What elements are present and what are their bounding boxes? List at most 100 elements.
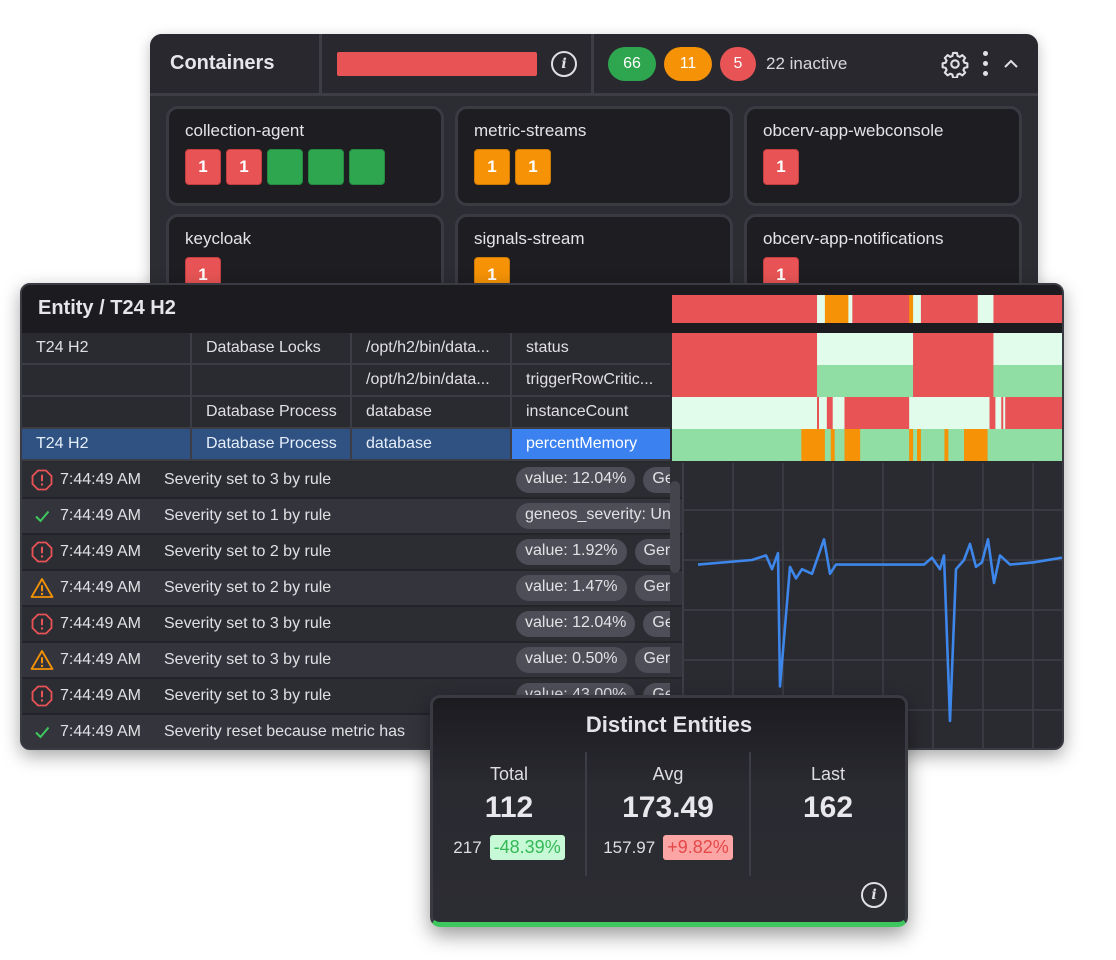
cell-group xyxy=(192,365,352,395)
cell-metric: status xyxy=(512,333,670,363)
info-icon[interactable]: i xyxy=(551,50,577,77)
timeline-segment-critical xyxy=(672,365,818,397)
status-box-warning[interactable]: 1 xyxy=(515,149,551,185)
containers-counts: 66 11 5 22 inactive xyxy=(594,34,1038,93)
event-tag[interactable]: value: 12.04% xyxy=(516,611,636,637)
summary-timeline[interactable] xyxy=(672,295,1062,323)
status-box-critical[interactable]: 1 xyxy=(185,149,221,185)
timeline-segment-critical xyxy=(672,333,818,365)
container-card[interactable]: obcerv-app-webconsole 1 xyxy=(744,106,1022,206)
event-row[interactable]: 7:44:49 AM Severity set to 3 by rule value… xyxy=(22,607,682,643)
table-row[interactable]: Database Process database instanceCount xyxy=(22,397,670,429)
event-message: Severity set to 3 by rule xyxy=(164,687,332,704)
timeline-segment-none xyxy=(819,397,828,429)
cell-entity: T24 H2 xyxy=(22,333,192,363)
container-card[interactable]: metric-streams 1 1 xyxy=(455,106,733,206)
table-row[interactable]: T24 H2 Database Locks/opt/h2/bin/data... s… xyxy=(22,333,670,365)
count-warning-badge[interactable]: 11 xyxy=(664,46,712,81)
cell-group: Database Locks xyxy=(192,333,352,363)
header-actions xyxy=(941,50,1038,78)
timeline-segment-warning xyxy=(909,429,914,461)
status-box-critical[interactable]: 1 xyxy=(226,149,262,185)
events-scrollbar[interactable] xyxy=(670,481,680,573)
timeline-segment-critical xyxy=(913,365,994,397)
count-critical-badge[interactable]: 5 xyxy=(720,46,756,81)
status-box-warning[interactable]: 1 xyxy=(474,149,510,185)
chevron-up-icon[interactable] xyxy=(1002,55,1020,73)
timeline-segment-critical xyxy=(1005,397,1062,429)
container-cards-grid: collection-agent 1 1 metric-streams 1 1 obcerv… xyxy=(166,106,1022,304)
event-tag[interactable]: value: 12.04% xyxy=(516,467,636,493)
container-card[interactable]: collection-agent 1 1 xyxy=(166,106,444,206)
event-tag[interactable]: Geneos xyxy=(634,539,670,565)
event-tags: value: 12.04% Geneos xyxy=(516,611,670,637)
kpi-last: Last 162 xyxy=(751,752,905,876)
info-icon[interactable]: i xyxy=(861,882,887,908)
timeline-segment-ok xyxy=(913,429,918,461)
event-tag[interactable]: Geneos xyxy=(643,467,670,493)
cell-group: Database Process xyxy=(192,397,352,427)
timeline-segment-none xyxy=(672,397,818,429)
metric-timelines[interactable] xyxy=(672,333,1064,461)
event-message: Severity set to 2 by rule xyxy=(164,543,332,560)
event-tag[interactable]: value: 1.92% xyxy=(516,539,627,565)
timeline-segment-critical xyxy=(989,397,996,429)
metric-timeline-row[interactable] xyxy=(672,333,1064,365)
gear-icon[interactable] xyxy=(941,50,969,78)
event-tags: value: 1.92% Geneos xyxy=(516,539,670,565)
summary-timeline-bar[interactable] xyxy=(672,295,1062,323)
event-tag[interactable]: Geneos xyxy=(634,647,670,673)
event-time: 7:44:49 AM xyxy=(60,579,141,596)
timeline-segment-warning xyxy=(801,429,826,461)
status-box-ok[interactable] xyxy=(349,149,385,185)
table-row[interactable]: T24 H2 Database Process database percentMem… xyxy=(22,429,670,461)
timeline-segment-none xyxy=(993,333,1062,365)
timeline-segment-none xyxy=(1003,397,1006,429)
critical-octagon-icon xyxy=(30,540,54,564)
event-row[interactable]: 7:44:49 AM Severity set to 1 by rule geneo… xyxy=(22,499,682,535)
metric-timeline-row[interactable] xyxy=(672,429,1063,461)
event-tag[interactable]: Geneos xyxy=(643,611,670,637)
event-row[interactable]: 7:44:49 AM Severity set to 3 by rule value… xyxy=(22,463,682,499)
event-row[interactable]: 7:44:49 AM Severity set to 2 by rule value… xyxy=(22,571,682,607)
kpi-total-previous: 217 xyxy=(453,837,482,857)
event-time: 7:44:49 AM xyxy=(60,651,141,668)
metric-series-line xyxy=(697,538,1062,723)
event-row[interactable]: 7:44:49 AM Severity set to 3 by rule value… xyxy=(22,643,682,679)
timeline-segment-ok xyxy=(993,365,1062,397)
kpi-total-value: 112 xyxy=(484,791,534,824)
kebab-menu-icon[interactable] xyxy=(979,51,992,76)
metric-timeline-row[interactable] xyxy=(672,365,1064,397)
kpi-last-label: Last xyxy=(810,764,846,784)
cell-entity xyxy=(22,397,192,427)
event-tag[interactable]: Geneos xyxy=(634,575,670,601)
event-time: 7:44:49 AM xyxy=(60,543,141,560)
event-time: 7:44:49 AM xyxy=(60,471,141,488)
timeline-segment-none xyxy=(909,397,990,429)
count-ok-badge[interactable]: 66 xyxy=(608,46,656,81)
metric-timeline-rows[interactable] xyxy=(672,333,1064,461)
event-tag[interactable]: geneos_severity: Undefined xyxy=(516,503,670,529)
event-row[interactable]: 7:44:49 AM Severity set to 2 by rule value… xyxy=(22,535,682,571)
timeline-segment-critical xyxy=(993,295,1062,323)
cell-path: database xyxy=(352,397,512,427)
status-box-ok[interactable] xyxy=(308,149,344,185)
status-box-critical[interactable]: 1 xyxy=(763,149,799,185)
event-message: Severity set to 1 by rule xyxy=(164,507,332,524)
timeline-segment-ok xyxy=(920,429,945,461)
table-row[interactable]: /opt/h2/bin/data... triggerRowCritic... xyxy=(22,365,670,397)
timeline-segment-none xyxy=(848,295,853,323)
event-tags: geneos_severity: Undefined xyxy=(516,503,670,529)
timeline-segment-none xyxy=(817,333,914,365)
summary-timeline-row[interactable] xyxy=(672,295,1062,323)
timeline-segment-warning xyxy=(844,429,861,461)
event-tags: value: 1.47% Geneos xyxy=(516,575,670,601)
event-tag[interactable]: value: 0.50% xyxy=(516,647,627,673)
status-box-ok[interactable] xyxy=(267,149,303,185)
container-status-boxes: 11 xyxy=(474,149,714,185)
timeline-segment-ok xyxy=(824,429,832,461)
container-name: obcerv-app-notifications xyxy=(763,229,944,248)
event-tags: value: 0.50% Geneos xyxy=(516,647,670,673)
event-tag[interactable]: value: 1.47% xyxy=(516,575,627,601)
metric-timeline-row[interactable] xyxy=(672,397,1064,429)
